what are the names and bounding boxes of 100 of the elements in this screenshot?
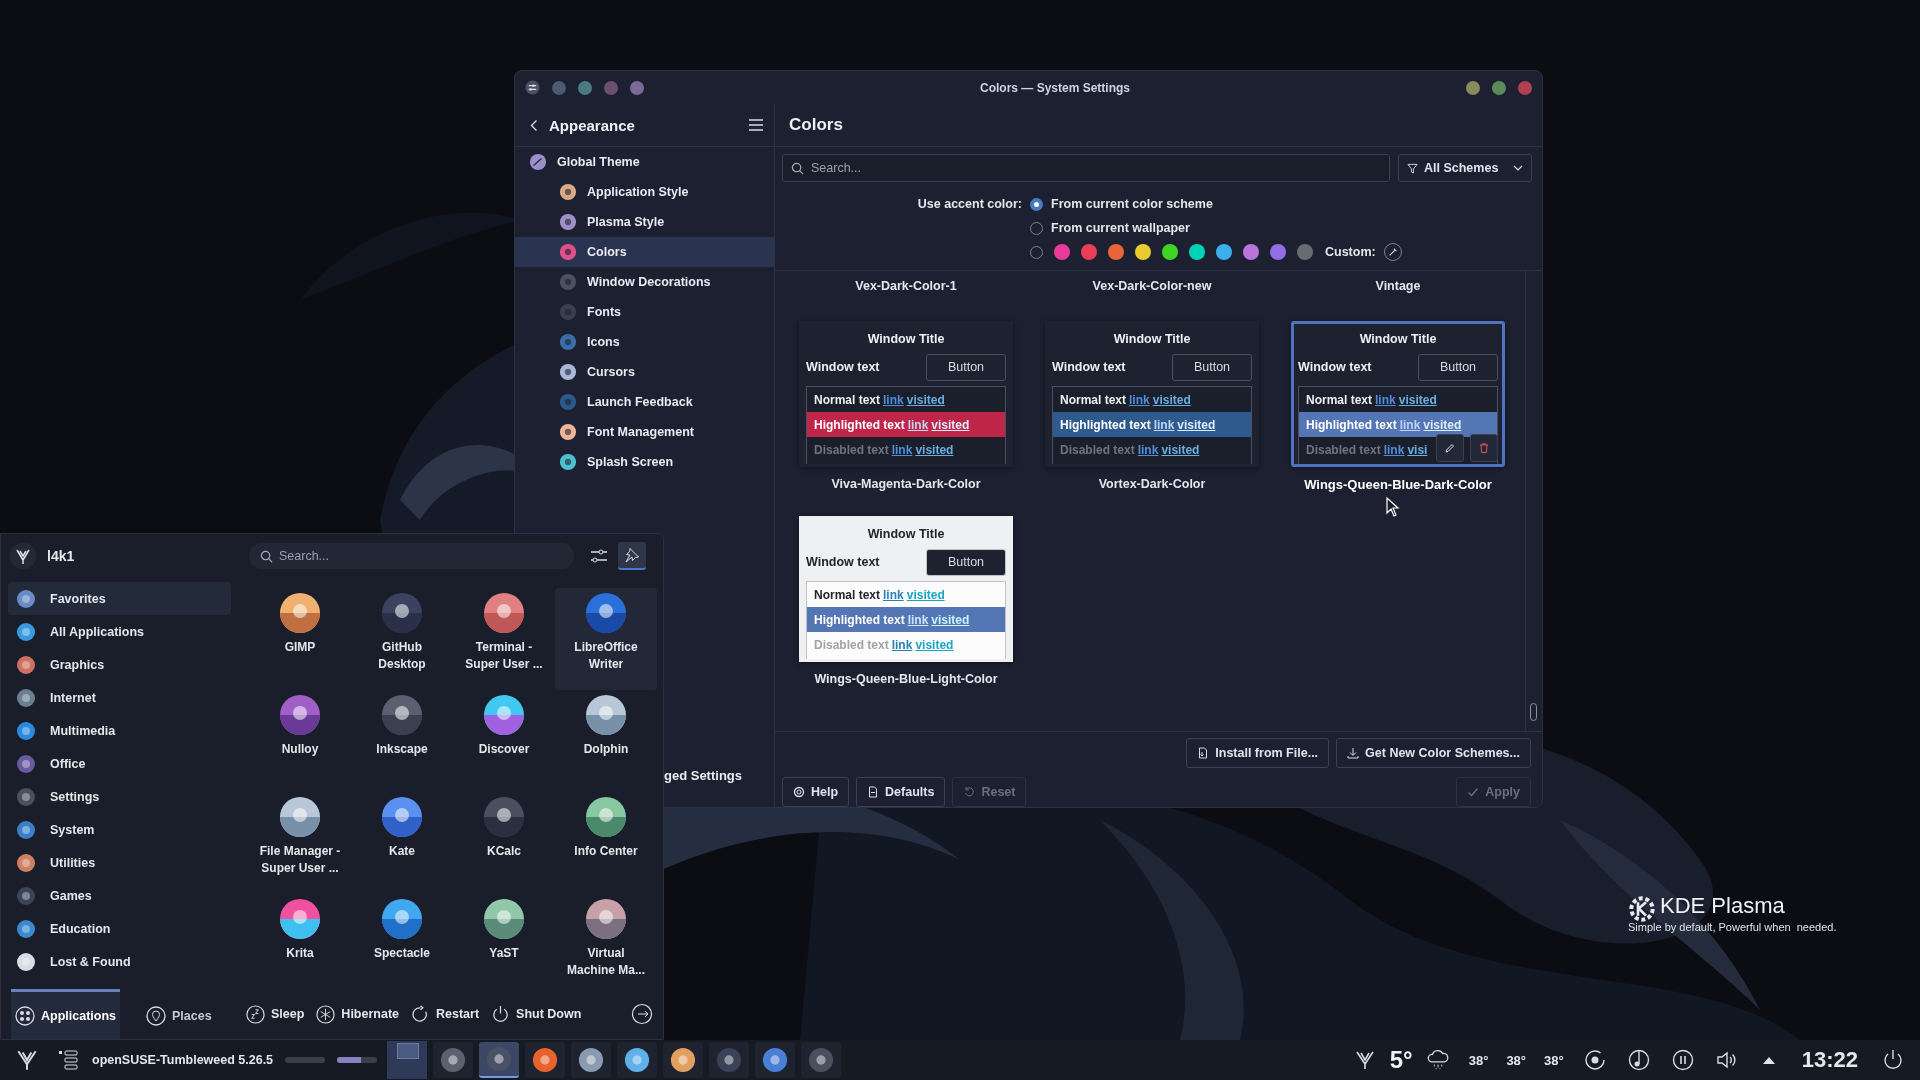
task-button[interactable]: [433, 1042, 474, 1078]
category-item[interactable]: Graphics: [8, 648, 231, 681]
app-tile[interactable]: Spectacle: [351, 894, 453, 985]
app-tile[interactable]: Virtual Machine Ma...: [555, 894, 657, 985]
clock[interactable]: 13:22: [1801, 1047, 1858, 1073]
sidebar-item[interactable]: Plasma Style: [515, 207, 774, 237]
category-item[interactable]: Internet: [8, 681, 231, 714]
task-button[interactable]: [617, 1042, 658, 1078]
defaults-button[interactable]: Defaults: [856, 777, 946, 807]
sync-icon[interactable]: [1582, 1048, 1607, 1072]
task-button[interactable]: [755, 1042, 796, 1078]
task-button[interactable]: [571, 1042, 612, 1078]
scheme-preview[interactable]: Window Title Window text Button Normal text link visited Highlighted text link visited Disabled text link visited: [799, 321, 1013, 467]
app-tile[interactable]: GitHub Desktop: [351, 588, 453, 690]
rain-cloud-icon[interactable]: [1425, 1048, 1450, 1072]
app-tile[interactable]: LibreOffice Writer: [555, 588, 657, 690]
sidebar-item[interactable]: Colors: [515, 237, 774, 267]
app-tile[interactable]: Nulloy: [249, 690, 351, 792]
music-note-icon[interactable]: [1626, 1048, 1651, 1072]
download-button[interactable]: Get New Color Schemes...: [1336, 738, 1531, 768]
category-item[interactable]: Games: [8, 879, 231, 912]
radio-button[interactable]: [1030, 197, 1043, 211]
color-swatch[interactable]: [1270, 244, 1286, 260]
preview-visited-link: visited: [1161, 442, 1200, 457]
app-tile[interactable]: KCalc: [453, 792, 555, 894]
color-swatch[interactable]: [1216, 244, 1232, 260]
restart-button[interactable]: Restart: [411, 1004, 480, 1024]
expand-tray-icon[interactable]: [1761, 1055, 1776, 1065]
sidebar-item[interactable]: Cursors: [515, 357, 774, 387]
back-icon[interactable]: [529, 117, 539, 133]
highlight-settings-button[interactable]: ged Settings: [664, 767, 742, 783]
maximize-button[interactable]: [1492, 80, 1506, 95]
close-button[interactable]: [1518, 80, 1532, 95]
app-tile[interactable]: Discover: [453, 690, 555, 792]
filter-dropdown[interactable]: All Schemes: [1398, 154, 1532, 182]
color-swatch[interactable]: [1297, 244, 1313, 260]
color-swatch[interactable]: [1081, 244, 1097, 260]
app-tile[interactable]: Krita: [249, 894, 351, 985]
install-button[interactable]: Install from File...: [1186, 738, 1330, 768]
sidebar-item[interactable]: Splash Screen: [515, 447, 774, 477]
task-button[interactable]: [709, 1042, 750, 1078]
category-item[interactable]: Utilities: [8, 846, 231, 879]
tab[interactable]: Places: [142, 989, 216, 1039]
color-swatch[interactable]: [1243, 244, 1259, 260]
sidebar-item[interactable]: Launch Feedback: [515, 387, 774, 417]
app-tile[interactable]: File Manager - Super User ...: [249, 792, 351, 894]
category-item[interactable]: Multimedia: [8, 714, 231, 747]
window-list-icon[interactable]: [58, 1049, 78, 1071]
configure-icon[interactable]: [590, 548, 608, 564]
tab[interactable]: Applications: [11, 989, 120, 1039]
category-item[interactable]: All Applications: [8, 615, 231, 648]
edit-button[interactable]: [1436, 434, 1464, 462]
preview-link: link: [1375, 392, 1396, 407]
power-icon[interactable]: [1881, 1048, 1905, 1072]
pin-button[interactable]: [618, 542, 646, 570]
task-button[interactable]: [525, 1042, 566, 1078]
window-button[interactable]: [578, 80, 592, 95]
shutdown-button[interactable]: Shut Down: [491, 1004, 582, 1024]
window-button[interactable]: [630, 80, 644, 95]
help-button[interactable]: Help: [782, 777, 850, 807]
desktop-pager[interactable]: [387, 1041, 428, 1079]
minimize-button[interactable]: [1466, 80, 1480, 95]
category-item[interactable]: Education: [8, 912, 231, 945]
app-tile[interactable]: Dolphin: [555, 690, 657, 792]
task-button[interactable]: [663, 1042, 704, 1078]
app-tile[interactable]: GIMP: [249, 588, 351, 690]
color-swatch[interactable]: [1189, 244, 1205, 260]
color-swatch[interactable]: [1162, 244, 1178, 260]
sidebar-item[interactable]: Window Decorations: [515, 267, 774, 297]
category-item[interactable]: Lost & Found: [8, 945, 231, 978]
menu-icon[interactable]: [748, 118, 764, 132]
app-tile[interactable]: YaST: [453, 894, 555, 985]
category-item[interactable]: Settings: [8, 780, 231, 813]
leave-icon[interactable]: [631, 1003, 653, 1025]
category-item[interactable]: System: [8, 813, 231, 846]
hibernate-button[interactable]: Hibernate: [316, 1004, 399, 1024]
app-tile[interactable]: Info Center: [555, 792, 657, 894]
task-button[interactable]: [801, 1042, 842, 1078]
delete-button[interactable]: [1470, 434, 1498, 462]
app-tile[interactable]: Inkscape: [351, 690, 453, 792]
sidebar-item[interactable]: Font Management: [515, 417, 774, 447]
search-field[interactable]: Search...: [782, 154, 1390, 182]
color-swatch[interactable]: [1108, 244, 1124, 260]
scheme-preview[interactable]: Window Title Window text Button Normal text link visited Highlighted text link visited Disabled text link visited: [1045, 321, 1259, 467]
color-swatch[interactable]: [1054, 244, 1070, 260]
sidebar-item[interactable]: Fonts: [515, 297, 774, 327]
category-item[interactable]: Office: [8, 747, 231, 780]
color-swatch[interactable]: [1135, 244, 1151, 260]
category-item[interactable]: Favorites: [8, 582, 231, 615]
sidebar-item[interactable]: Application Style: [515, 177, 774, 207]
app-tile[interactable]: Kate: [351, 792, 453, 894]
scheme-preview[interactable]: Window Title Window text Button Normal text link visited Highlighted text link visited Disabled text link visi: [1291, 321, 1505, 467]
task-button[interactable]: [479, 1042, 520, 1078]
pause-icon[interactable]: [1670, 1048, 1695, 1072]
app-tile[interactable]: Terminal - Super User ...: [453, 588, 555, 690]
sidebar-item[interactable]: Icons: [515, 327, 774, 357]
search-field[interactable]: Search...: [249, 543, 574, 569]
sleep-button[interactable]: Sleep: [246, 1004, 305, 1024]
sidebar-item[interactable]: Global Theme: [515, 147, 774, 177]
scheme-preview[interactable]: Window Title Window text Button Normal text link visited Highlighted text link visited Disabled text link visited: [799, 516, 1013, 662]
